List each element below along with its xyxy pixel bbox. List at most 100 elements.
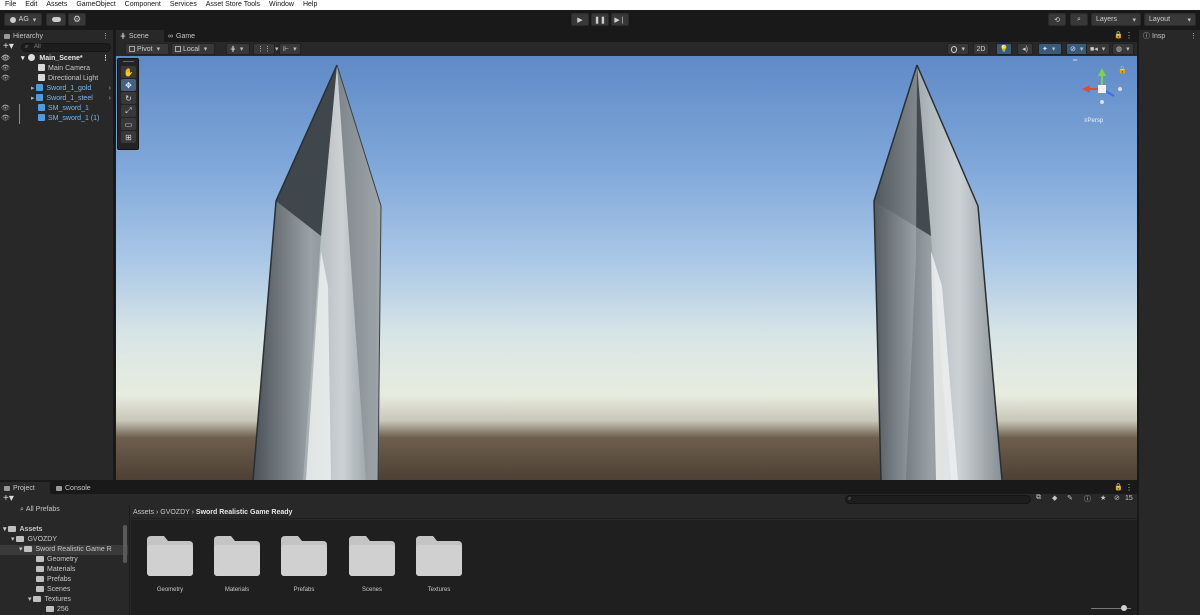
menu-lines-icon[interactable]: ═ [1073, 58, 1077, 64]
history-button[interactable]: ⟲ [1048, 13, 1066, 26]
chevron-right-icon[interactable]: › [109, 84, 111, 94]
favorites-all-prefabs[interactable]: ⌕ All Prefabs [0, 505, 128, 515]
menu-component[interactable]: Component [125, 0, 161, 10]
eye-icon[interactable]: 👁 [1, 114, 10, 124]
eye-icon[interactable]: 👁 [1, 64, 10, 74]
more-icon[interactable]: ⋮ [1190, 32, 1197, 40]
more-icon[interactable]: ⋮ [1125, 31, 1133, 40]
sword-blade-right[interactable] [873, 64, 1003, 480]
hierarchy-item-directional-light[interactable]: 👁 Directional Light [0, 74, 113, 84]
tab-scene[interactable]: ⋕ Scene [116, 30, 164, 42]
star-icon[interactable]: ★ [1100, 494, 1106, 502]
menu-services[interactable]: Services [170, 0, 197, 10]
menu-gameobject[interactable]: GameObject [76, 0, 115, 10]
eye-icon[interactable]: 👁 [1, 54, 10, 64]
hierarchy-item-sm-sword-1-copy[interactable]: 👁 SM_sword_1 (1) [0, 114, 113, 124]
tree-item-sword-realistic[interactable]: ▾ Sword Realistic Game R [0, 545, 128, 555]
tree-scrollbar[interactable] [123, 525, 127, 563]
tools-overlay-handle[interactable] [123, 61, 134, 62]
orientation-persp-label[interactable]: ≡Persp [1084, 118, 1103, 124]
tree-item-gvozdy[interactable]: ▾ GVOZDY [0, 535, 128, 545]
grid-snap-dropdown[interactable]: ⋕ [226, 43, 250, 55]
more-icon[interactable]: ⋮ [1125, 483, 1133, 492]
mode-2d-button[interactable]: 2D [973, 43, 989, 55]
hierarchy-item-main-camera[interactable]: 👁 Main Camera [0, 64, 113, 74]
lock-icon[interactable]: 🔒 [1114, 483, 1123, 491]
asset-folder-geometry[interactable]: Geometry [147, 536, 193, 598]
sword-blade-left[interactable] [252, 64, 382, 480]
tag-icon[interactable]: ✎ [1067, 494, 1073, 502]
hierarchy-search-input[interactable]: ⌕ All [21, 43, 111, 52]
effects-dropdown[interactable]: ✦ [1038, 43, 1062, 55]
scale-tool[interactable]: ⤢ [121, 105, 136, 117]
layers-dropdown[interactable]: Layers [1091, 13, 1141, 26]
project-search-input[interactable]: ⌕ [845, 495, 1031, 504]
grid-visibility-dropdown[interactable]: ⋮⋮ [253, 43, 275, 55]
lighting-toggle[interactable]: 💡 [996, 43, 1012, 55]
asset-folder-textures[interactable]: Textures [416, 536, 462, 598]
lock-icon[interactable]: 🔒 [1114, 31, 1123, 39]
asset-folder-scenes[interactable]: Scenes [349, 536, 395, 598]
breadcrumb-current[interactable]: Sword Realistic Game Ready [196, 509, 292, 516]
more-icon[interactable]: ⋮ [102, 54, 109, 64]
orientation-gizmo[interactable] [1082, 68, 1122, 104]
pivot-dropdown[interactable]: Pivot [125, 43, 169, 55]
tab-game[interactable]: ∞ Game [164, 30, 206, 42]
tree-item-assets[interactable]: ▾ Assets [0, 525, 128, 535]
menu-assets[interactable]: Assets [46, 0, 67, 10]
icon-size-slider-thumb[interactable] [1121, 605, 1127, 611]
draw-mode-dropdown[interactable] [947, 43, 969, 55]
tree-item-textures[interactable]: ▾ Textures [0, 595, 128, 605]
asset-folder-materials[interactable]: Materials [214, 536, 260, 598]
account-dropdown[interactable]: AG [4, 13, 42, 26]
cloud-button[interactable] [46, 13, 66, 26]
camera-dropdown[interactable]: ■◂ [1086, 43, 1110, 55]
layout-dropdown[interactable]: Layout [1144, 13, 1196, 26]
play-button[interactable]: ▶ [571, 13, 589, 26]
gizmos-dropdown[interactable]: ◍ [1112, 43, 1134, 55]
tree-item-scenes[interactable]: Scenes [0, 585, 128, 595]
icon-size-slider[interactable] [1091, 605, 1131, 611]
hierarchy-item-sword-1-steel[interactable]: ▸ Sword_1_steel › [0, 94, 113, 104]
menu-file[interactable]: File [5, 0, 16, 10]
local-dropdown[interactable]: Local [171, 43, 215, 55]
tree-item-geometry[interactable]: Geometry [0, 555, 128, 565]
chevron-right-icon[interactable]: › [109, 94, 111, 104]
tab-hierarchy[interactable]: Hierarchy ⋮ [0, 30, 113, 42]
hierarchy-item-sm-sword-1[interactable]: 👁 SM_sword_1 [0, 104, 113, 114]
transform-tool[interactable]: ⊞ [121, 131, 136, 143]
scene-viewport[interactable]: ≡Persp 🔒 ═ [116, 56, 1137, 480]
tree-item-256[interactable]: 256 [0, 605, 128, 615]
pause-button[interactable]: ❚❚ [591, 13, 609, 26]
tab-console[interactable]: Console [52, 482, 102, 494]
search-button[interactable]: ⌕ [1070, 13, 1088, 26]
foldout-arrow-icon[interactable]: ▾ [21, 55, 25, 62]
eye-icon[interactable]: 👁 [1, 104, 10, 114]
step-button[interactable]: ▶❘ [611, 13, 629, 26]
rotate-tool[interactable]: ↻ [121, 92, 136, 104]
hidden-eye-icon[interactable]: ⊘ [1114, 494, 1120, 502]
tree-item-prefabs[interactable]: Prefabs [0, 575, 128, 585]
audio-toggle[interactable]: ◂) [1017, 43, 1033, 55]
filter-type-icon[interactable]: ⧉ [1036, 494, 1041, 502]
add-icon[interactable]: +▾ [3, 42, 14, 52]
filter-label-icon[interactable]: ◆ [1052, 494, 1057, 502]
menu-edit[interactable]: Edit [25, 0, 37, 10]
collab-button[interactable]: ⚙ [68, 13, 86, 26]
add-icon[interactable]: +▾ [3, 494, 14, 504]
menu-asset-store-tools[interactable]: Asset Store Tools [206, 0, 260, 10]
scene-root-row[interactable]: 👁 ▾ Main_Scene* ⋮ [0, 54, 113, 64]
move-tool[interactable]: ✥ [121, 79, 136, 91]
breadcrumb-assets[interactable]: Assets [133, 509, 154, 516]
menu-window[interactable]: Window [269, 0, 294, 10]
more-icon[interactable]: ⋮ [102, 32, 109, 40]
tree-item-materials[interactable]: Materials [0, 565, 128, 575]
increment-snap-dropdown[interactable]: ⊩ [279, 43, 301, 55]
hierarchy-item-sword-1-gold[interactable]: ▸ Sword_1_gold › [0, 84, 113, 94]
info-icon[interactable]: ⓘ [1084, 494, 1091, 504]
hand-tool[interactable]: ✋ [121, 66, 136, 78]
menu-help[interactable]: Help [303, 0, 317, 10]
asset-folder-prefabs[interactable]: Prefabs [281, 536, 327, 598]
eye-icon[interactable]: 👁 [1, 74, 10, 84]
lock-icon[interactable]: 🔒 [1118, 66, 1127, 74]
